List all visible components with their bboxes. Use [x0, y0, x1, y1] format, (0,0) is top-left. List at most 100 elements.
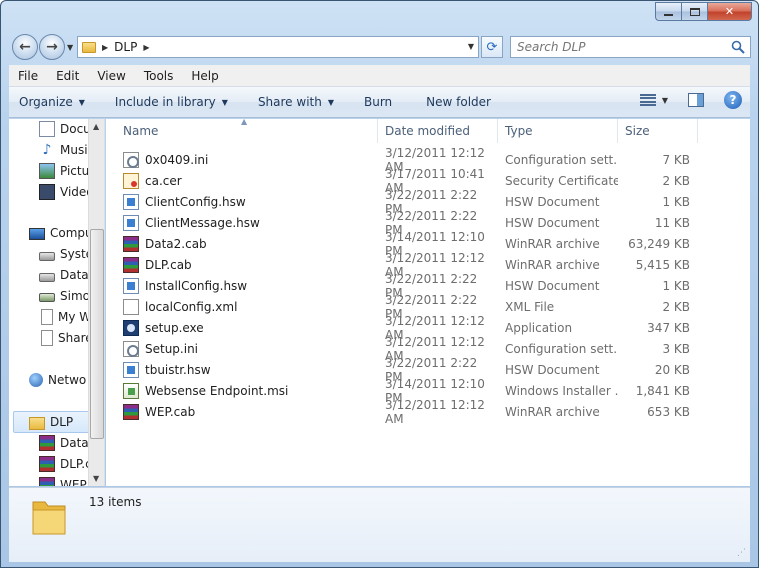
share-with-button[interactable]: Share with ▼ [249, 95, 343, 109]
column-header-type[interactable]: Type [498, 119, 618, 143]
menu-help[interactable]: Help [182, 69, 227, 83]
maximize-icon [689, 7, 700, 16]
file-size: 3 KB [662, 341, 690, 356]
column-header-date[interactable]: Date modified [378, 119, 498, 143]
resize-grip-icon[interactable]: ⋰ [737, 548, 746, 558]
nav-item-music[interactable]: ♪ Music [39, 140, 95, 160]
maximize-button[interactable] [681, 2, 707, 21]
navigation-pane: Docu ♪ Music Pictu Video Compu Syste Dat… [9, 119, 105, 486]
view-dropdown-icon[interactable]: ▼ [662, 96, 668, 105]
archive-icon [39, 456, 55, 472]
nav-item-pictures[interactable]: Pictu [39, 161, 89, 181]
file-type: WinRAR archive [505, 257, 600, 272]
forward-arrow-icon: → [46, 39, 58, 55]
nav-item-simo[interactable]: Simo [39, 286, 90, 306]
help-icon[interactable]: ? [724, 91, 742, 109]
file-name: setup.exe [145, 320, 204, 335]
certificate-icon [123, 172, 139, 189]
column-header-label: Size [625, 124, 650, 138]
xml-file-icon [123, 298, 139, 315]
new-folder-button[interactable]: New folder [417, 95, 500, 109]
winrar-archive-icon [123, 403, 139, 420]
nav-item-label: DLP [50, 415, 74, 429]
menu-view[interactable]: View [88, 69, 134, 83]
address-dropdown-icon[interactable]: ▼ [468, 42, 474, 51]
nav-item-computer[interactable]: Compu [29, 223, 93, 243]
nav-item-label: WEP. [60, 478, 89, 486]
settings-file-icon [123, 340, 139, 357]
nav-scrollbar[interactable]: ▲ ▼ [88, 119, 104, 486]
file-name: Setup.ini [145, 341, 199, 356]
breadcrumb-dlp[interactable]: DLP [114, 40, 137, 54]
refresh-icon: ⟳ [486, 39, 498, 55]
nav-item-videos[interactable]: Video [39, 182, 94, 202]
hsw-document-icon [123, 277, 139, 294]
back-arrow-icon: ← [19, 39, 31, 55]
music-icon: ♪ [42, 142, 52, 158]
nav-item-label: Netwo [48, 373, 87, 387]
nav-item-documents[interactable]: Docu [39, 119, 91, 139]
nav-item-label: My W [58, 310, 92, 324]
file-type: WinRAR archive [505, 236, 600, 251]
search-icon[interactable] [731, 40, 745, 54]
back-button[interactable]: ← [12, 34, 38, 60]
change-view-icon[interactable] [639, 94, 656, 106]
file-size: 653 KB [647, 404, 690, 419]
details-pane: 13 items ⋰ [9, 487, 750, 562]
file-type: Application [505, 320, 573, 335]
address-row: ← → ▼ ▶ DLP ▶ ▼ ⟳ [1, 31, 758, 63]
scroll-up-icon[interactable]: ▲ [93, 122, 99, 131]
file-size: 1 KB [662, 278, 690, 293]
winrar-archive-icon [123, 256, 139, 273]
nav-item-dlp[interactable]: DLP [29, 412, 73, 432]
nav-item-data[interactable]: Data [39, 265, 89, 285]
command-bar: Organize ▼ Include in library ▼ Share with… [9, 87, 750, 118]
nav-item-dlp-cab[interactable]: DLP.c [39, 454, 92, 474]
menu-edit[interactable]: Edit [47, 69, 88, 83]
column-headers: ▲ Name Date modified Type Size [106, 117, 750, 143]
column-header-name[interactable]: ▲ Name [106, 117, 378, 143]
close-button[interactable]: ✕ [707, 2, 752, 21]
burn-label: Burn [364, 95, 393, 109]
file-type: HSW Document [505, 215, 600, 230]
folder-icon [82, 41, 96, 53]
nav-item-share[interactable]: Share [39, 328, 93, 348]
file-type: Security Certificate [505, 173, 618, 188]
menu-tools[interactable]: Tools [135, 69, 183, 83]
organize-button[interactable]: Organize ▼ [9, 95, 94, 109]
nav-item-my-w[interactable]: My W [39, 307, 91, 327]
file-size: 5,415 KB [635, 257, 690, 272]
menu-file[interactable]: File [9, 69, 47, 83]
address-bar[interactable]: ▶ DLP ▶ ▼ [77, 36, 479, 58]
chevron-down-icon: ▼ [221, 97, 228, 107]
nav-item-wep-cab[interactable]: WEP. [39, 475, 89, 486]
breadcrumb-arrow-icon[interactable]: ▶ [143, 43, 149, 52]
forward-button[interactable]: → [39, 34, 65, 60]
preview-pane-icon[interactable] [688, 93, 704, 107]
scroll-down-icon[interactable]: ▼ [93, 474, 99, 483]
burn-button[interactable]: Burn [355, 95, 401, 109]
nav-item-network[interactable]: Netwo [29, 370, 86, 390]
explorer-window: ✕ ← → ▼ ▶ DLP ▶ ▼ ⟳ File Edit View Tools… [0, 0, 759, 568]
file-type: Windows Installer ... [505, 383, 618, 398]
breadcrumb-arrow-icon[interactable]: ▶ [102, 43, 108, 52]
recent-pages-dropdown[interactable]: ▼ [67, 43, 73, 52]
file-size: 7 KB [662, 152, 690, 167]
column-header-size[interactable]: Size [618, 119, 698, 143]
scrollbar-thumb[interactable] [90, 229, 104, 439]
drive-icon [39, 251, 55, 261]
file-row[interactable]: WEP.cab 3/12/2011 12:12 AM WinRAR archiv… [106, 398, 750, 426]
file-type: Configuration sett... [505, 152, 618, 167]
nav-item-system[interactable]: Syste [39, 244, 93, 264]
minimize-button[interactable] [655, 2, 681, 21]
search-input[interactable] [517, 40, 717, 54]
file-name: Data2.cab [145, 236, 207, 251]
file-name: ClientMessage.hsw [145, 215, 260, 230]
column-header-label: Type [505, 124, 533, 138]
file-size: 11 KB [654, 215, 690, 230]
include-in-library-button[interactable]: Include in library ▼ [106, 95, 237, 109]
search-box[interactable] [510, 36, 751, 58]
settings-file-icon [123, 151, 139, 168]
refresh-button[interactable]: ⟳ [481, 36, 503, 58]
file-name: tbuistr.hsw [145, 362, 211, 377]
